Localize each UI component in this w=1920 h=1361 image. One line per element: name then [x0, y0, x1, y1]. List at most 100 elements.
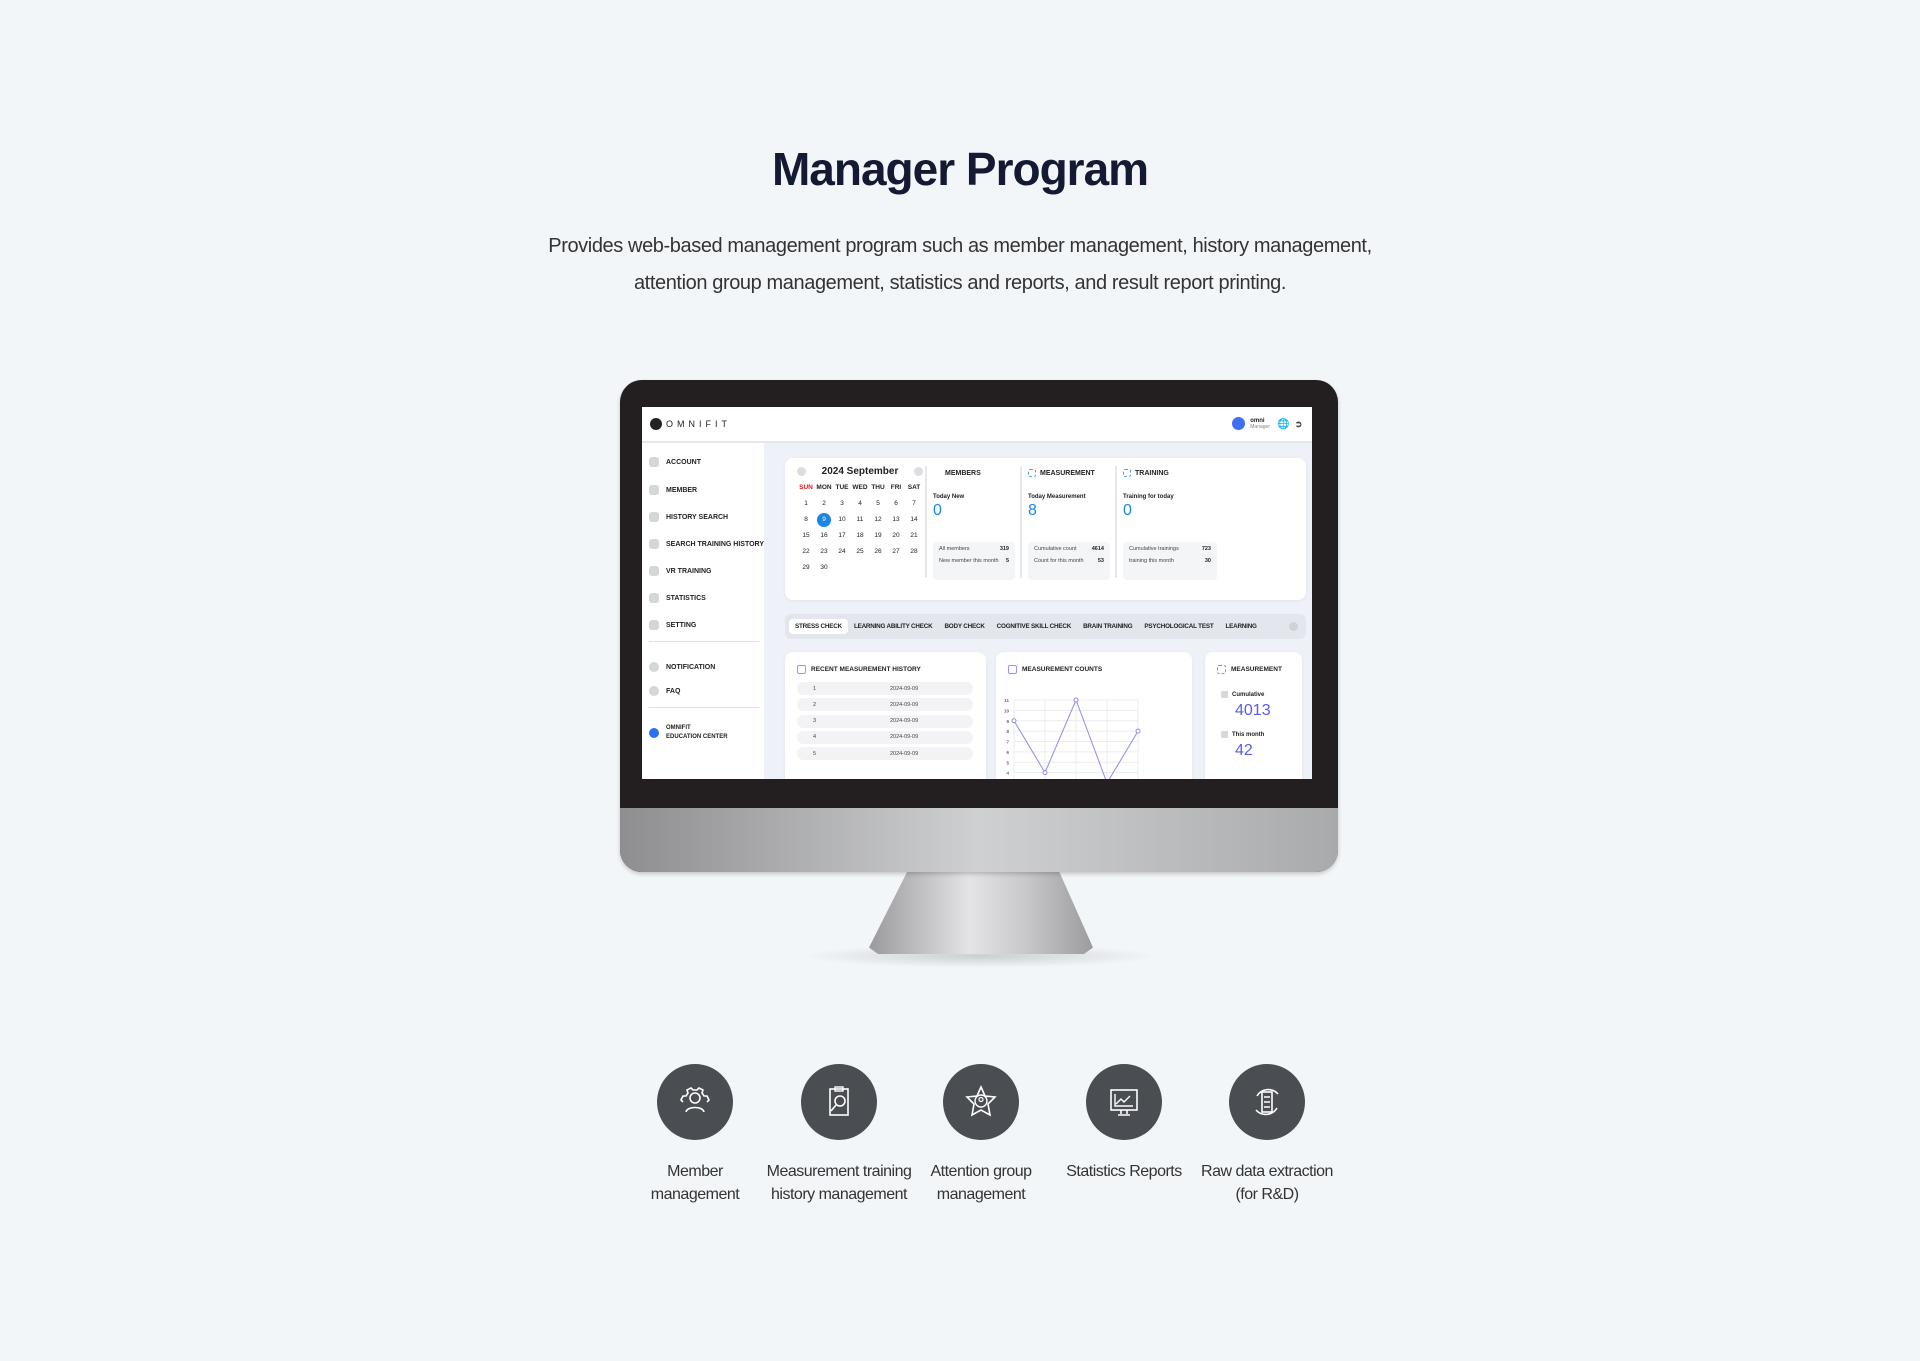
calendar-day[interactable]: 6 — [887, 498, 905, 510]
history-row[interactable]: 1 2024-09-09 — [797, 682, 973, 695]
next-month-icon[interactable] — [914, 467, 923, 476]
stat-measurement: MEASUREMENT Today Measurement 8 Cumulative … — [1020, 466, 1115, 580]
history-row[interactable]: 2 2024-09-09 — [797, 698, 973, 712]
tab-psychological-test[interactable]: PSYCHOLOGICAL TEST — [1138, 619, 1219, 634]
stat-detail-box: All members 319 New member this month 5 — [933, 542, 1015, 580]
data-point[interactable] — [1073, 697, 1079, 703]
setting-icon — [649, 620, 659, 630]
omnifit-logo-icon — [650, 418, 662, 430]
data-point[interactable] — [1011, 718, 1017, 724]
sidebar-item-notification[interactable]: NOTIFICATION — [649, 662, 715, 672]
calendar-day[interactable]: 8 — [797, 514, 815, 526]
logout-icon[interactable]: ➲ — [1293, 419, 1304, 430]
user-profile[interactable]: omni Manager — [1232, 417, 1270, 430]
pin-icon — [649, 662, 659, 672]
stat-row: Cumulative trainings 723 — [1129, 546, 1211, 552]
calendar-day[interactable]: 9 — [815, 513, 833, 527]
y-tick-label: 7 — [1006, 740, 1009, 745]
calendar-day[interactable]: 24 — [833, 546, 851, 558]
tabs-scroll-icon[interactable] — [1289, 622, 1298, 631]
sidebar-item-statistics[interactable]: STATISTICS — [649, 593, 706, 603]
selected-day[interactable]: 9 — [817, 513, 831, 527]
tab-body-check[interactable]: BODY CHECK — [938, 619, 990, 634]
stat-value: 0 — [1123, 502, 1132, 519]
weekday-header: MON — [816, 484, 832, 491]
y-tick-label: 5 — [1006, 760, 1009, 765]
calendar-day[interactable]: 25 — [851, 546, 869, 558]
stat-row: New member this month 5 — [939, 558, 1009, 564]
prev-month-icon[interactable] — [797, 467, 806, 476]
calendar-day[interactable]: 5 — [869, 498, 887, 510]
account-icon — [649, 457, 659, 467]
sidebar-item-setting[interactable]: SETTING — [649, 620, 696, 630]
sidebar-item-member[interactable]: MEMBER — [649, 485, 697, 495]
weekday-header: SAT — [907, 484, 921, 491]
calendar-day[interactable]: 14 — [905, 514, 923, 526]
sidebar-item-history-search[interactable]: HISTORY SEARCH — [649, 512, 728, 522]
calendar-day[interactable]: 29 — [797, 562, 815, 574]
y-tick-label: 9 — [1006, 719, 1009, 724]
training-history-icon — [649, 539, 659, 549]
calendar-day[interactable]: 13 — [887, 514, 905, 526]
tab-stress-check[interactable]: STRESS CHECK — [789, 619, 848, 634]
calendar-day[interactable]: 16 — [815, 530, 833, 542]
calendar-day[interactable]: 21 — [905, 530, 923, 542]
globe-icon[interactable]: 🌐 — [1277, 419, 1289, 430]
data-point[interactable] — [1135, 728, 1141, 734]
tab-brain-training[interactable]: BRAIN TRAINING — [1077, 619, 1138, 634]
sidebar-divider — [649, 641, 759, 642]
layers-icon — [1008, 665, 1017, 674]
tab-cognitive-skill-check[interactable]: COGNITIVE SKILL CHECK — [991, 619, 1077, 634]
stat-row: training this month 30 — [1129, 558, 1211, 564]
stat-row: Cumulative count 4614 — [1034, 546, 1104, 552]
member-icon — [649, 485, 659, 495]
calendar-day[interactable]: 11 — [851, 514, 869, 526]
calendar-day[interactable]: 10 — [833, 514, 851, 526]
history-search-icon — [649, 512, 659, 522]
measurement-counts-chart: 3456789101109/0309/0409/0509/0609/09 — [1004, 697, 1141, 779]
calendar-day[interactable]: 17 — [833, 530, 851, 542]
calendar-day[interactable]: 27 — [887, 546, 905, 558]
star-person-icon — [943, 1064, 1019, 1140]
calendar-day[interactable]: 7 — [905, 498, 923, 510]
calendar-day[interactable]: 30 — [815, 562, 833, 574]
calendar-day[interactable]: 26 — [869, 546, 887, 558]
sidebar: ACCOUNT MEMBER HISTORY SEARCH SEARCH TRAINI… — [642, 443, 764, 779]
sidebar-item-search-training-history[interactable]: SEARCH TRAINING HISTORY — [649, 539, 764, 549]
calendar-day[interactable]: 28 — [905, 546, 923, 558]
sidebar-item-faq[interactable]: FAQ — [649, 686, 680, 696]
calendar-day[interactable]: 18 — [851, 530, 869, 542]
calendar-day[interactable]: 3 — [833, 498, 851, 510]
sidebar-item-vr-training[interactable]: VR TRAINING — [649, 566, 712, 576]
data-point[interactable] — [1042, 770, 1048, 776]
y-tick-label: 4 — [1006, 771, 1009, 776]
y-tick-label: 8 — [1006, 729, 1009, 734]
calendar-day[interactable]: 20 — [887, 530, 905, 542]
tab-learning[interactable]: LEARNING — [1219, 619, 1262, 634]
calendar-day[interactable]: 19 — [869, 530, 887, 542]
y-tick-label: 10 — [1004, 708, 1010, 713]
tab-learning-ability-check[interactable]: LEARNING ABILITY CHECK — [848, 619, 939, 634]
stat-training: TRAINING Training for today 0 Cumulative tr… — [1115, 466, 1225, 580]
logo[interactable]: OMNIFIT — [650, 418, 731, 430]
calendar-day[interactable]: 2 — [815, 498, 833, 510]
calendar-day[interactable]: 15 — [797, 530, 815, 542]
history-row[interactable]: 3 2024-09-09 — [797, 714, 973, 728]
month-value: 42 — [1235, 742, 1253, 759]
feature-label: (for R&D) — [1235, 1186, 1299, 1203]
sidebar-item-education-center[interactable]: OMNIFIT EDUCATION CENTER — [649, 725, 728, 740]
calendar-day[interactable]: 4 — [851, 498, 869, 510]
stat-detail-box: Cumulative count 4614 Count for this month… — [1028, 542, 1110, 580]
stat-detail-box: Cumulative trainings 723 training this mon… — [1123, 542, 1217, 580]
history-row[interactable]: 5 2024-09-09 — [797, 747, 973, 761]
calendar-day[interactable]: 22 — [797, 546, 815, 558]
vr-icon — [649, 566, 659, 576]
calendar-day[interactable]: 12 — [869, 514, 887, 526]
clipboard-search-icon — [801, 1064, 877, 1140]
feature-label: management — [936, 1186, 1026, 1203]
calendar-day[interactable]: 1 — [797, 498, 815, 510]
history-row[interactable]: 4 2024-09-09 — [797, 730, 973, 744]
calendar-day[interactable]: 23 — [815, 546, 833, 558]
calendar-title: 2024 September — [821, 466, 899, 477]
sidebar-item-account[interactable]: ACCOUNT — [649, 457, 701, 467]
